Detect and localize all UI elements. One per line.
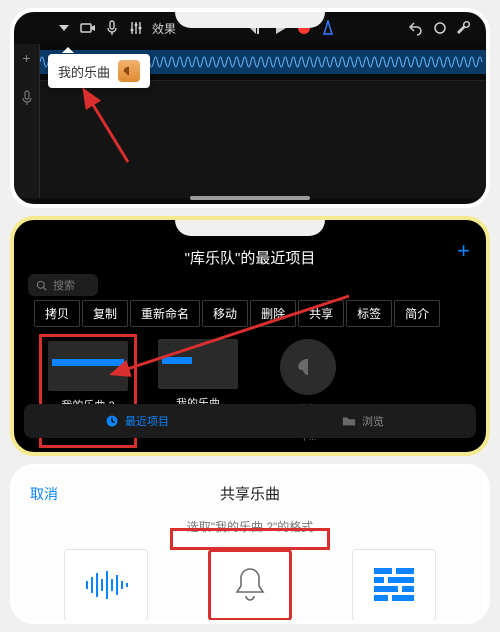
- search-placeholder: 搜索: [53, 277, 75, 293]
- track-left-column: +: [14, 44, 40, 80]
- browser-title: "库乐队"的最近项目: [185, 247, 316, 268]
- mic-icon[interactable]: [104, 20, 120, 36]
- tooltip-label: 我的乐曲: [58, 62, 110, 81]
- clock-icon: [105, 414, 119, 428]
- folder-icon: [342, 414, 356, 428]
- share-option-ringtone[interactable]: [208, 549, 292, 621]
- annotation-highlight-box: [170, 528, 330, 550]
- tab-recent[interactable]: 最近项目: [24, 413, 250, 429]
- home-indicator: [190, 196, 310, 200]
- annotation-arrow: [78, 84, 148, 164]
- loop-icon[interactable]: [432, 20, 448, 36]
- fx-label[interactable]: 效果: [152, 20, 176, 37]
- bottom-tab-bar: 最近项目 浏览: [24, 404, 476, 438]
- camera-icon[interactable]: [80, 20, 96, 36]
- dropdown-icon[interactable]: [56, 20, 72, 36]
- my-song-tooltip[interactable]: 我的乐曲: [48, 54, 150, 88]
- plus-track-icon[interactable]: +: [19, 50, 35, 66]
- share-title: 共享乐曲: [220, 483, 280, 504]
- tab-browse[interactable]: 浏览: [250, 413, 476, 429]
- device-notch: [175, 216, 325, 236]
- share-option-project[interactable]: [352, 549, 436, 621]
- search-icon: [36, 280, 47, 291]
- share-header: 取消 共享乐曲: [14, 468, 486, 508]
- blocks-icon: [374, 568, 414, 602]
- device-notch: [175, 8, 325, 28]
- annotation-arrow: [104, 292, 364, 382]
- mixer-icon[interactable]: [128, 20, 144, 36]
- tab-label: 最近项目: [125, 413, 169, 429]
- left-column-lower: [14, 80, 40, 198]
- waveform-icon: [83, 567, 129, 603]
- action-copy[interactable]: 拷贝: [34, 300, 80, 327]
- search-field[interactable]: 搜索: [28, 274, 98, 296]
- action-info[interactable]: 简介: [394, 300, 440, 327]
- mic-track-icon[interactable]: [19, 90, 35, 106]
- share-option-song[interactable]: [64, 549, 148, 621]
- bell-icon: [232, 565, 268, 605]
- metronome-icon[interactable]: [320, 20, 336, 36]
- tab-label: 浏览: [362, 413, 384, 429]
- add-button[interactable]: +: [457, 238, 470, 264]
- garageband-icon: [118, 60, 140, 82]
- cancel-button[interactable]: 取消: [30, 484, 58, 504]
- editor-screenshot: 效果 + 我的乐曲: [10, 8, 490, 208]
- share-options: [14, 549, 486, 621]
- settings-wrench-icon[interactable]: [456, 20, 472, 36]
- file-browser-screenshot: "库乐队"的最近项目 + 搜索 拷贝 复制 重新命名 移动 删除 共享 标签 简…: [10, 216, 490, 456]
- undo-icon[interactable]: [408, 20, 424, 36]
- share-sheet-screenshot: 取消 共享乐曲 选取"我的乐曲 2"的格式: [10, 464, 490, 624]
